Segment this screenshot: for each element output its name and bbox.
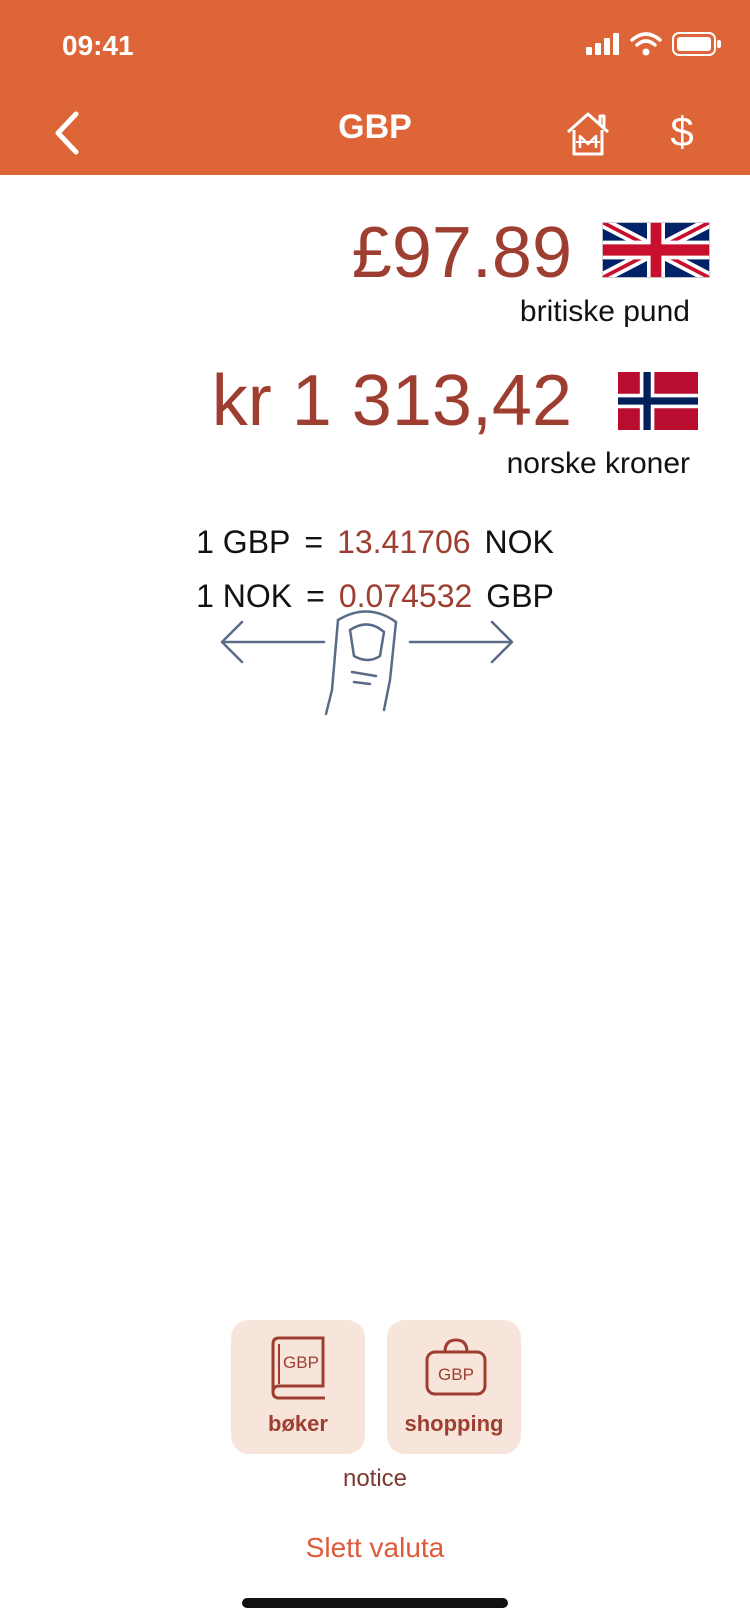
rate-value: 13.41706 bbox=[337, 524, 471, 560]
shopping-button[interactable]: GBP shopping bbox=[387, 1320, 521, 1454]
secondary-currency-name: norske kroner bbox=[506, 447, 690, 480]
book-icon-text: GBP bbox=[283, 1353, 319, 1372]
bag-icon-text: GBP bbox=[438, 1365, 474, 1384]
notice-text: notice bbox=[342, 1465, 408, 1492]
rate-right: NOK bbox=[484, 524, 554, 560]
rate-row-gbp-nok: 1 GBP = 13.41706 NOK bbox=[0, 524, 750, 561]
norway-flag-icon bbox=[618, 372, 698, 430]
home-currency-button[interactable] bbox=[562, 108, 614, 160]
swipe-gesture-icon bbox=[220, 610, 514, 716]
primary-amount[interactable]: £97.89 bbox=[352, 212, 572, 294]
shopping-bag-icon: GBP bbox=[425, 1338, 487, 1396]
status-icons bbox=[586, 32, 722, 56]
books-button[interactable]: GBP bøker bbox=[231, 1320, 365, 1454]
currency-list-button[interactable]: $ bbox=[660, 104, 704, 160]
books-button-label: bøker bbox=[268, 1411, 328, 1436]
home-icon bbox=[566, 112, 610, 156]
battery-icon bbox=[672, 32, 721, 56]
status-time: 09:41 bbox=[62, 30, 134, 61]
dollar-icon: $ bbox=[670, 108, 694, 155]
rate-left: 1 GBP bbox=[196, 524, 291, 560]
nav-header: 09:41 GBP $ bbox=[0, 0, 750, 175]
signal-icon bbox=[586, 33, 619, 55]
page-title: GBP bbox=[338, 108, 412, 146]
wifi-icon bbox=[630, 32, 662, 56]
secondary-amount[interactable]: kr 1 313,42 bbox=[212, 360, 572, 442]
uk-flag-icon bbox=[602, 222, 710, 278]
home-indicator[interactable] bbox=[242, 1598, 508, 1608]
shopping-button-label: shopping bbox=[404, 1411, 504, 1436]
rate-equals: = bbox=[304, 524, 324, 560]
primary-currency-name: britiske pund bbox=[519, 295, 690, 328]
category-buttons: GBP bøker GBP shopping bbox=[231, 1320, 521, 1454]
delete-currency-button[interactable]: Slett valuta bbox=[0, 1532, 750, 1564]
book-icon: GBP bbox=[271, 1336, 325, 1400]
